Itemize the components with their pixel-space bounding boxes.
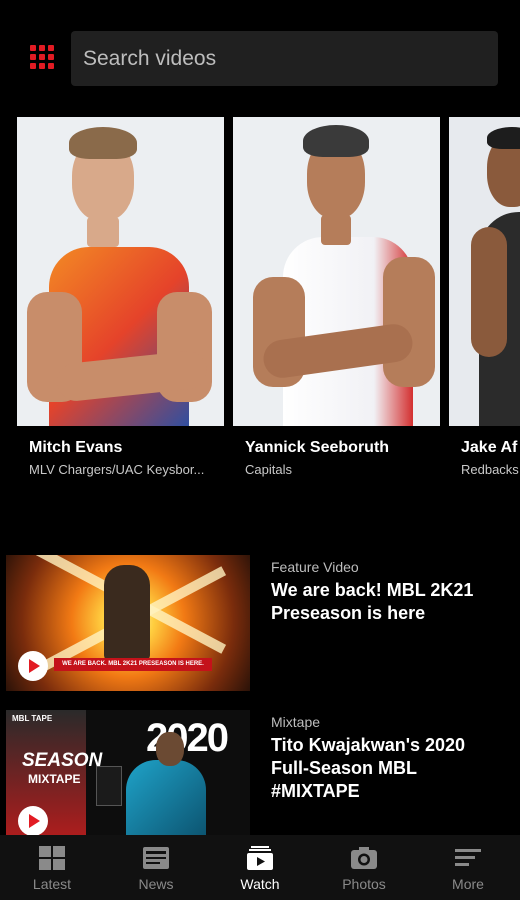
thumbnail-brand: MBL TAPE [12, 714, 53, 723]
nav-item-latest[interactable]: Latest [0, 835, 104, 900]
video-title[interactable]: We are back! MBL 2K21 Preseason is here [271, 579, 501, 625]
player-name: Yannick Seeboruth [245, 439, 390, 456]
nav-item-news[interactable]: News [104, 835, 208, 900]
nav-item-watch[interactable]: Watch [208, 835, 312, 900]
grid-icon [38, 845, 66, 871]
play-icon[interactable] [18, 651, 48, 681]
nav-item-photos[interactable]: Photos [312, 835, 416, 900]
thumbnail-season: SEASON [22, 750, 103, 771]
player-team: Redbacks [461, 462, 519, 477]
player-card[interactable]: Yannick Seeboruth Capitals [233, 117, 440, 477]
player-team: MLV Chargers/UAC Keysbor... [29, 462, 205, 477]
thumbnail-mixtape: MIXTAPE [28, 772, 81, 786]
search-input[interactable] [71, 31, 498, 86]
video-thumbnail[interactable]: MBL TAPE SEASON MIXTAPE 2020 [6, 710, 250, 846]
bottom-nav: Latest News Watch Photos More [0, 835, 520, 900]
player-figure [126, 760, 206, 846]
player-team: Capitals [245, 462, 292, 477]
player-photo [449, 117, 520, 426]
video-item[interactable]: WE ARE BACK. MBL 2K21 PRESEASON IS HERE.… [0, 555, 520, 693]
video-title[interactable]: Tito Kwajakwan's 2020 Full-Season MBL #M… [271, 734, 501, 803]
nav-label: More [452, 876, 484, 892]
newspaper-icon [142, 845, 170, 871]
nav-item-more[interactable]: More [416, 835, 520, 900]
menu-icon [454, 845, 482, 871]
grid-menu-icon[interactable] [30, 45, 56, 71]
play-stack-icon [246, 845, 274, 871]
player-photo [17, 117, 224, 426]
player-carousel[interactable]: Mitch Evans MLV Chargers/UAC Keysbor... … [0, 117, 520, 487]
thumbnail-banner: WE ARE BACK. MBL 2K21 PRESEASON IS HERE. [54, 658, 212, 671]
nav-label: Watch [240, 876, 280, 892]
nav-label: Photos [342, 876, 386, 892]
video-category: Feature Video [271, 559, 359, 575]
thumbnail-frame [96, 766, 122, 806]
camera-icon [350, 845, 378, 871]
player-figure [104, 565, 150, 661]
nav-label: Latest [32, 876, 72, 892]
nav-label: News [138, 876, 174, 892]
player-card[interactable]: Jake Af Redbacks [449, 117, 520, 477]
player-card[interactable]: Mitch Evans MLV Chargers/UAC Keysbor... [17, 117, 224, 477]
play-icon[interactable] [18, 806, 48, 836]
video-item[interactable]: MBL TAPE SEASON MIXTAPE 2020 Mixtape Tit… [0, 710, 520, 848]
video-category: Mixtape [271, 714, 321, 730]
player-photo [233, 117, 440, 426]
player-head [156, 732, 184, 766]
header [0, 0, 520, 100]
player-name: Mitch Evans [29, 439, 123, 456]
player-name: Jake Af [461, 439, 518, 456]
video-thumbnail[interactable]: WE ARE BACK. MBL 2K21 PRESEASON IS HERE. [6, 555, 250, 691]
